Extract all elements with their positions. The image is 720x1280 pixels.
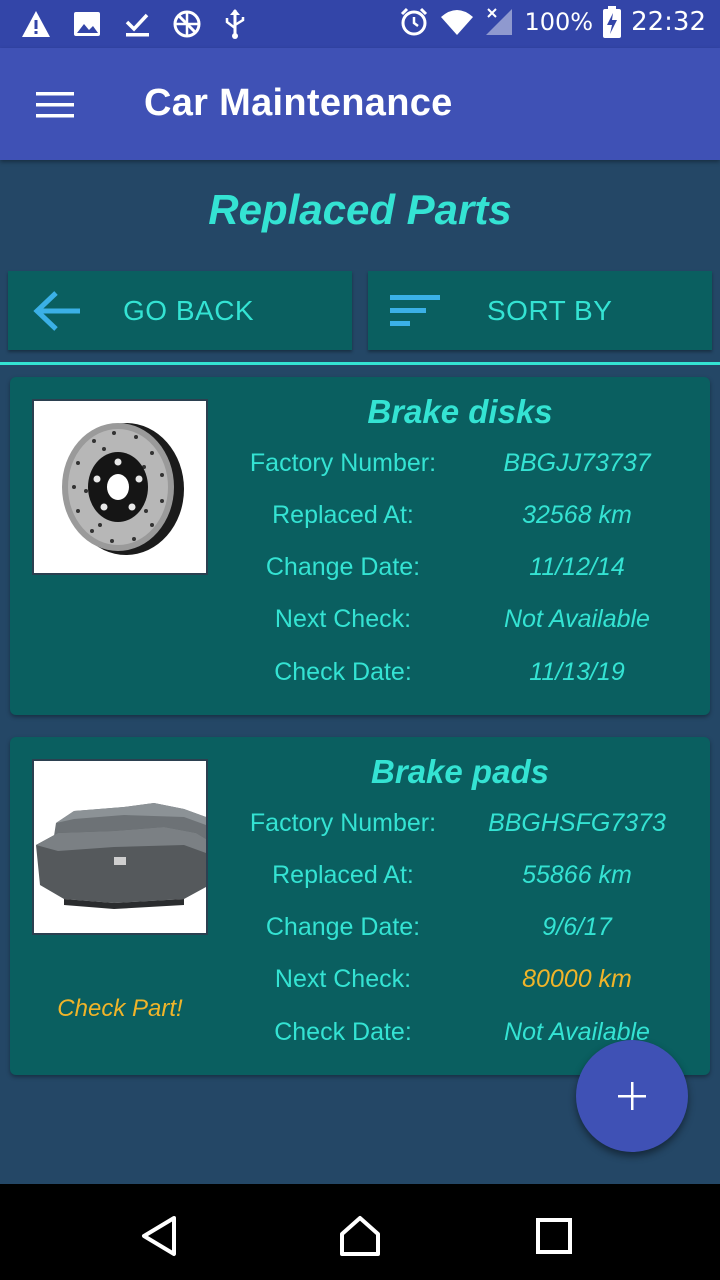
- notification-icons: [20, 8, 248, 40]
- detail-label: Next Check:: [274, 965, 412, 993]
- globe-icon: [173, 10, 201, 38]
- detail-label: Check Date:: [274, 658, 412, 686]
- detail-label: Replaced At:: [272, 861, 414, 889]
- detail-value: 11/12/14: [529, 553, 625, 581]
- part-image-brake-disk: [32, 399, 208, 575]
- navigation-bar: [0, 1184, 720, 1280]
- status-bar: 100% 22:32: [0, 0, 720, 48]
- detail-value: 55866 km: [522, 861, 632, 889]
- app-title: Car Maintenance: [144, 82, 453, 124]
- detail-value: BBGHSFG7373: [488, 809, 666, 837]
- detail-row-next-check: Next Check: 80000 km: [230, 965, 710, 1005]
- sort-icon: [390, 295, 440, 326]
- detail-label: Replaced At:: [272, 501, 414, 529]
- part-card[interactable]: Brake disks Factory Number: BBGJJ73737 R…: [10, 377, 710, 715]
- detail-row-check-date: Check Date: 11/13/19: [230, 658, 710, 698]
- go-back-label: GO BACK: [123, 295, 255, 326]
- clock: 22:32: [631, 7, 706, 37]
- detail-label: Factory Number:: [249, 809, 437, 837]
- detail-row-factory-number: Factory Number: BBGJJ73737: [230, 449, 710, 489]
- plus-icon: [618, 1082, 646, 1110]
- battery-charging-icon: [603, 6, 622, 38]
- detail-row-next-check: Next Check: Not Available: [230, 605, 710, 645]
- detail-label: Next Check:: [274, 605, 412, 633]
- battery-percent: 100%: [524, 8, 594, 36]
- detail-row-replaced-at: Replaced At: 32568 km: [230, 501, 710, 541]
- download-done-icon: [125, 13, 149, 37]
- wifi-icon: [441, 10, 474, 35]
- detail-value: BBGJJ73737: [503, 449, 651, 477]
- divider: [0, 362, 720, 365]
- detail-value: Not Available: [504, 1018, 650, 1046]
- page-title: Replaced Parts: [208, 186, 512, 233]
- detail-row-replaced-at: Replaced At: 55866 km: [230, 861, 710, 901]
- detail-row-change-date: Change Date: 11/12/14: [230, 553, 710, 593]
- app-bar: Car Maintenance: [0, 48, 720, 160]
- part-image-brake-pads: [32, 759, 208, 935]
- sort-by-button[interactable]: SORT BY: [368, 271, 712, 350]
- arrow-back-icon: [33, 291, 80, 331]
- detail-row-factory-number: Factory Number: BBGHSFG7373: [230, 809, 710, 849]
- detail-value: 11/13/19: [529, 658, 625, 686]
- system-icons: 100% 22:32: [398, 6, 706, 38]
- image-icon: [74, 12, 100, 36]
- detail-value: 9/6/17: [542, 913, 612, 941]
- hamburger-menu-icon[interactable]: [36, 90, 76, 120]
- go-back-button[interactable]: GO BACK: [8, 271, 352, 350]
- alarm-icon: [401, 7, 428, 36]
- sort-by-label: SORT BY: [487, 295, 613, 326]
- detail-value: 32568 km: [522, 501, 632, 529]
- nav-recents-icon[interactable]: [530, 1212, 578, 1260]
- part-name: Brake disks: [367, 393, 553, 430]
- detail-row-change-date: Change Date: 9/6/17: [230, 913, 710, 953]
- nav-home-icon[interactable]: [336, 1212, 384, 1260]
- add-part-button[interactable]: [576, 1040, 688, 1152]
- check-part-warning: Check Part!: [57, 995, 183, 1022]
- detail-label: Check Date:: [274, 1018, 412, 1046]
- part-name: Brake pads: [371, 753, 549, 790]
- detail-label: Factory Number:: [249, 449, 437, 477]
- detail-label: Change Date:: [265, 553, 421, 581]
- nav-back-icon[interactable]: [136, 1212, 184, 1260]
- detail-value: Not Available: [504, 605, 650, 633]
- warning-icon: [22, 11, 50, 37]
- detail-value-warning: 80000 km: [522, 965, 632, 993]
- detail-label: Change Date:: [265, 913, 421, 941]
- usb-icon: [225, 9, 245, 39]
- part-card[interactable]: Brake pads Factory Number: BBGHSFG7373 R…: [10, 737, 710, 1075]
- signal-icon: [486, 8, 513, 35]
